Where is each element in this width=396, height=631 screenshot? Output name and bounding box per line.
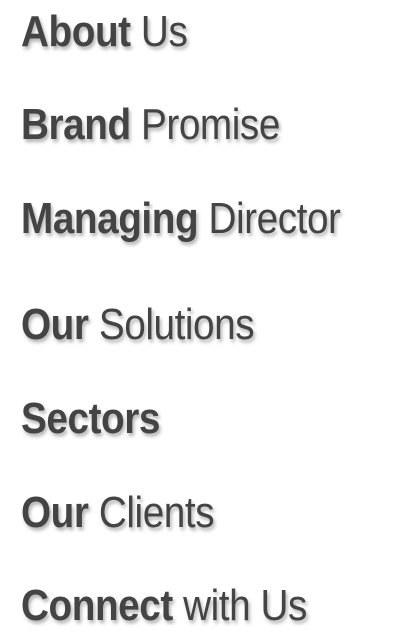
- menu-item-regular-text: Solutions: [88, 300, 255, 349]
- menu-item-regular-text: Promise: [130, 100, 280, 149]
- menu-item-managing-director[interactable]: Managing Director: [21, 197, 341, 241]
- menu-item-our-clients[interactable]: Our Clients: [21, 488, 215, 537]
- menu-item-our-solutions[interactable]: Our Solutions: [21, 300, 255, 349]
- menu-item-connect-with-us[interactable]: Connect with Us: [21, 584, 307, 628]
- menu-item-bold-text: Connect: [21, 581, 173, 630]
- menu-item-bold-text: Brand: [21, 100, 131, 149]
- menu-item-regular-text: Director: [198, 194, 341, 243]
- menu-item-regular-text: with Us: [172, 581, 307, 630]
- menu-item-bold-text: Our: [21, 488, 89, 537]
- menu-item-bold-text: About: [21, 7, 131, 56]
- menu-item-about-us[interactable]: About Us: [21, 7, 188, 56]
- menu-item-sectors[interactable]: Sectors: [21, 397, 160, 441]
- menu-item-regular-text: Clients: [88, 488, 215, 537]
- menu-item-regular-text: Us: [130, 7, 188, 56]
- menu-item-bold-text: Managing: [21, 194, 199, 243]
- menu-item-bold-text: Sectors: [21, 394, 160, 443]
- menu-item-bold-text: Our: [21, 300, 89, 349]
- menu-item-brand-promise[interactable]: Brand Promise: [21, 103, 280, 147]
